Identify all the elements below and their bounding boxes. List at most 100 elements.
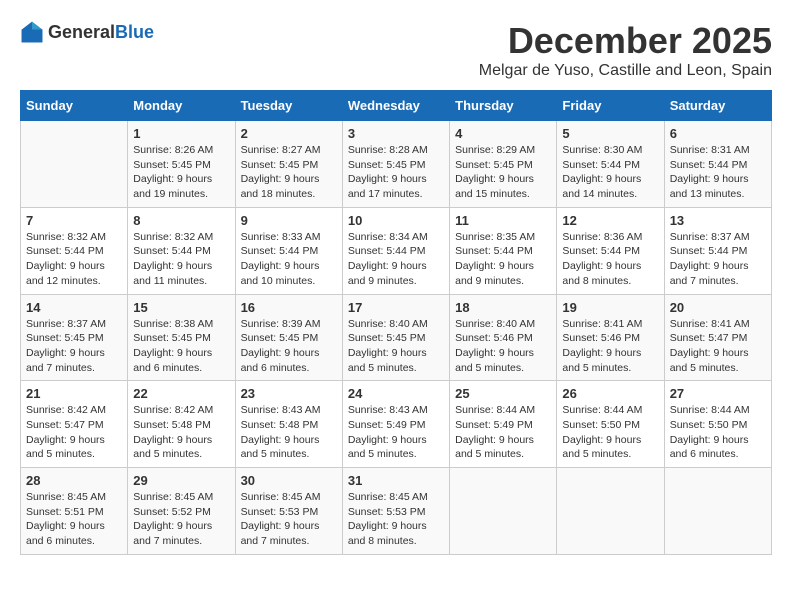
calendar-table: SundayMondayTuesdayWednesdayThursdayFrid… — [20, 90, 772, 555]
location-subtitle: Melgar de Yuso, Castille and Leon, Spain — [479, 62, 772, 80]
weekday-header-sunday: Sunday — [21, 91, 128, 121]
calendar-cell — [557, 468, 664, 555]
calendar-cell: 13 Sunrise: 8:37 AMSunset: 5:44 PMDayligh… — [664, 207, 771, 294]
day-info: Sunrise: 8:45 AMSunset: 5:53 PMDaylight:… — [348, 490, 444, 549]
day-number: 16 — [241, 300, 337, 315]
logo-general: General — [48, 22, 115, 42]
weekday-header-wednesday: Wednesday — [342, 91, 449, 121]
day-number: 31 — [348, 473, 444, 488]
logo-blue: Blue — [115, 22, 154, 42]
day-info: Sunrise: 8:34 AMSunset: 5:44 PMDaylight:… — [348, 230, 444, 289]
day-info: Sunrise: 8:44 AMSunset: 5:50 PMDaylight:… — [670, 403, 766, 462]
day-info: Sunrise: 8:37 AMSunset: 5:45 PMDaylight:… — [26, 317, 122, 376]
day-number: 22 — [133, 386, 229, 401]
weekday-header-friday: Friday — [557, 91, 664, 121]
day-info: Sunrise: 8:33 AMSunset: 5:44 PMDaylight:… — [241, 230, 337, 289]
calendar-cell: 2Sunrise: 8:27 AMSunset: 5:45 PMDaylight… — [235, 121, 342, 208]
calendar-cell: 28 Sunrise: 8:45 AMSunset: 5:51 PMDayligh… — [21, 468, 128, 555]
calendar-cell: 6Sunrise: 8:31 AMSunset: 5:44 PMDaylight… — [664, 121, 771, 208]
calendar-cell: 3 Sunrise: 8:28 AMSunset: 5:45 PMDaylight… — [342, 121, 449, 208]
day-info: Sunrise: 8:36 AMSunset: 5:44 PMDaylight:… — [562, 230, 658, 289]
calendar-cell: 17Sunrise: 8:40 AMSunset: 5:45 PMDayligh… — [342, 294, 449, 381]
calendar-cell: 8 Sunrise: 8:32 AMSunset: 5:44 PMDaylight… — [128, 207, 235, 294]
weekday-header-thursday: Thursday — [450, 91, 557, 121]
day-info: Sunrise: 8:39 AMSunset: 5:45 PMDaylight:… — [241, 317, 337, 376]
day-number: 25 — [455, 386, 551, 401]
day-number: 12 — [562, 213, 658, 228]
logo-wordmark: GeneralBlue — [48, 22, 154, 43]
weekday-header-row: SundayMondayTuesdayWednesdayThursdayFrid… — [21, 91, 772, 121]
day-info: Sunrise: 8:44 AMSunset: 5:49 PMDaylight:… — [455, 403, 551, 462]
day-info: Sunrise: 8:29 AMSunset: 5:45 PMDaylight:… — [455, 143, 551, 202]
month-year-title: December 2025 — [479, 20, 772, 62]
calendar-cell: 5 Sunrise: 8:30 AMSunset: 5:44 PMDaylight… — [557, 121, 664, 208]
calendar-cell: 15Sunrise: 8:38 AMSunset: 5:45 PMDayligh… — [128, 294, 235, 381]
day-number: 13 — [670, 213, 766, 228]
day-info: Sunrise: 8:32 AMSunset: 5:44 PMDaylight:… — [133, 230, 229, 289]
calendar-cell: 10 Sunrise: 8:34 AMSunset: 5:44 PMDayligh… — [342, 207, 449, 294]
day-number: 20 — [670, 300, 766, 315]
day-info: Sunrise: 8:41 AMSunset: 5:46 PMDaylight:… — [562, 317, 658, 376]
day-number: 9 — [241, 213, 337, 228]
calendar-cell: 30Sunrise: 8:45 AMSunset: 5:53 PMDayligh… — [235, 468, 342, 555]
day-number: 8 — [133, 213, 229, 228]
day-number: 5 — [562, 126, 658, 141]
day-info: Sunrise: 8:41 AMSunset: 5:47 PMDaylight:… — [670, 317, 766, 376]
week-row-4: 21Sunrise: 8:42 AMSunset: 5:47 PMDayligh… — [21, 381, 772, 468]
calendar-cell: 16 Sunrise: 8:39 AMSunset: 5:45 PMDayligh… — [235, 294, 342, 381]
calendar-cell — [664, 468, 771, 555]
calendar-cell — [21, 121, 128, 208]
day-info: Sunrise: 8:32 AMSunset: 5:44 PMDaylight:… — [26, 230, 122, 289]
day-info: Sunrise: 8:37 AMSunset: 5:44 PMDaylight:… — [670, 230, 766, 289]
calendar-cell: 12 Sunrise: 8:36 AMSunset: 5:44 PMDayligh… — [557, 207, 664, 294]
day-number: 23 — [241, 386, 337, 401]
day-info: Sunrise: 8:40 AMSunset: 5:46 PMDaylight:… — [455, 317, 551, 376]
day-number: 2 — [241, 126, 337, 141]
day-number: 18 — [455, 300, 551, 315]
day-info: Sunrise: 8:35 AMSunset: 5:44 PMDaylight:… — [455, 230, 551, 289]
day-info: Sunrise: 8:45 AMSunset: 5:52 PMDaylight:… — [133, 490, 229, 549]
day-number: 19 — [562, 300, 658, 315]
day-info: Sunrise: 8:43 AMSunset: 5:49 PMDaylight:… — [348, 403, 444, 462]
calendar-cell: 14 Sunrise: 8:37 AMSunset: 5:45 PMDayligh… — [21, 294, 128, 381]
day-number: 28 — [26, 473, 122, 488]
week-row-2: 7Sunrise: 8:32 AMSunset: 5:44 PMDaylight… — [21, 207, 772, 294]
calendar-cell: 27 Sunrise: 8:44 AMSunset: 5:50 PMDayligh… — [664, 381, 771, 468]
calendar-cell: 20 Sunrise: 8:41 AMSunset: 5:47 PMDayligh… — [664, 294, 771, 381]
day-number: 14 — [26, 300, 122, 315]
calendar-cell: 7Sunrise: 8:32 AMSunset: 5:44 PMDaylight… — [21, 207, 128, 294]
day-number: 10 — [348, 213, 444, 228]
day-info: Sunrise: 8:40 AMSunset: 5:45 PMDaylight:… — [348, 317, 444, 376]
week-row-3: 14 Sunrise: 8:37 AMSunset: 5:45 PMDayligh… — [21, 294, 772, 381]
week-row-5: 28 Sunrise: 8:45 AMSunset: 5:51 PMDayligh… — [21, 468, 772, 555]
calendar-cell: 18 Sunrise: 8:40 AMSunset: 5:46 PMDayligh… — [450, 294, 557, 381]
calendar-cell: 22 Sunrise: 8:42 AMSunset: 5:48 PMDayligh… — [128, 381, 235, 468]
calendar-cell: 1 Sunrise: 8:26 AMSunset: 5:45 PMDaylight… — [128, 121, 235, 208]
day-info: Sunrise: 8:28 AMSunset: 5:45 PMDaylight:… — [348, 143, 444, 202]
calendar-cell — [450, 468, 557, 555]
day-info: Sunrise: 8:43 AMSunset: 5:48 PMDaylight:… — [241, 403, 337, 462]
day-info: Sunrise: 8:44 AMSunset: 5:50 PMDaylight:… — [562, 403, 658, 462]
calendar-cell: 21Sunrise: 8:42 AMSunset: 5:47 PMDayligh… — [21, 381, 128, 468]
calendar-cell: 26Sunrise: 8:44 AMSunset: 5:50 PMDayligh… — [557, 381, 664, 468]
day-info: Sunrise: 8:42 AMSunset: 5:48 PMDaylight:… — [133, 403, 229, 462]
day-info: Sunrise: 8:26 AMSunset: 5:45 PMDaylight:… — [133, 143, 229, 202]
day-number: 3 — [348, 126, 444, 141]
day-info: Sunrise: 8:45 AMSunset: 5:51 PMDaylight:… — [26, 490, 122, 549]
weekday-header-tuesday: Tuesday — [235, 91, 342, 121]
calendar-cell: 19 Sunrise: 8:41 AMSunset: 5:46 PMDayligh… — [557, 294, 664, 381]
calendar-cell: 24 Sunrise: 8:43 AMSunset: 5:49 PMDayligh… — [342, 381, 449, 468]
day-number: 1 — [133, 126, 229, 141]
day-info: Sunrise: 8:30 AMSunset: 5:44 PMDaylight:… — [562, 143, 658, 202]
day-number: 24 — [348, 386, 444, 401]
day-number: 27 — [670, 386, 766, 401]
day-number: 11 — [455, 213, 551, 228]
day-number: 4 — [455, 126, 551, 141]
title-area: December 2025 Melgar de Yuso, Castille a… — [479, 20, 772, 80]
weekday-header-monday: Monday — [128, 91, 235, 121]
day-number: 21 — [26, 386, 122, 401]
calendar-cell: 25 Sunrise: 8:44 AMSunset: 5:49 PMDayligh… — [450, 381, 557, 468]
day-number: 29 — [133, 473, 229, 488]
calendar-cell: 4 Sunrise: 8:29 AMSunset: 5:45 PMDaylight… — [450, 121, 557, 208]
day-info: Sunrise: 8:38 AMSunset: 5:45 PMDaylight:… — [133, 317, 229, 376]
